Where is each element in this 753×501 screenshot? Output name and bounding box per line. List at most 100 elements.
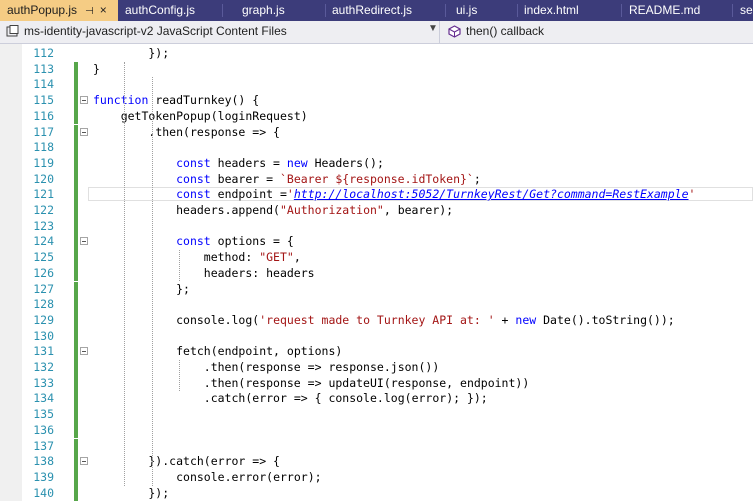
code-line[interactable]: 121 const endpoint ='http://localhost:50…: [0, 187, 753, 203]
close-icon[interactable]: ×: [100, 3, 107, 17]
pin-icon[interactable]: ⊣: [85, 6, 94, 17]
code-token: log: [383, 391, 405, 406]
code-line[interactable]: 125 method: "GET",: [0, 250, 753, 266]
code-line[interactable]: 112 });: [0, 46, 753, 62]
code-token: .: [383, 360, 391, 374]
code-line[interactable]: 115 function readTurnkey() {: [0, 93, 753, 109]
indent-guide: [179, 250, 181, 282]
code-token: error: [411, 391, 447, 406]
code-token: (: [210, 344, 218, 359]
code-line[interactable]: 119 const headers = new Headers();: [0, 155, 753, 172]
code-token: readTurnkey: [155, 93, 232, 108]
collapse-toggle-icon[interactable]: [80, 457, 88, 466]
code-line[interactable]: 127 };: [0, 281, 753, 298]
code-line[interactable]: 123: [0, 218, 753, 235]
code-line[interactable]: 126 headers: headers: [0, 265, 753, 282]
code-line[interactable]: 132 .then(response => response.json()): [0, 360, 753, 376]
tab-label: index.html: [524, 3, 579, 17]
endpoint-url-link[interactable]: http://localhost:5052/TurnkeyRest/Get?co…: [294, 187, 689, 201]
tab-label: README.md: [629, 3, 701, 17]
code-token: headers: [203, 265, 253, 280]
member-dropdown[interactable]: then() callback: [443, 21, 753, 43]
code-token: };: [93, 281, 190, 296]
tab-label: ui.js: [456, 3, 478, 17]
code-line[interactable]: 135: [0, 407, 753, 423]
tab-separator: [445, 4, 446, 17]
tab-overflow[interactable]: se: [733, 0, 753, 21]
collapse-toggle-icon[interactable]: [80, 347, 88, 356]
collapse-toggle-icon[interactable]: [80, 237, 88, 246]
collapse-toggle-icon[interactable]: [80, 127, 88, 136]
tab-authconfig-js[interactable]: authConfig.js: [118, 0, 222, 21]
line-number: 122: [33, 203, 54, 217]
tab-authpopup-js[interactable]: authPopup.js ⊣ ×: [0, 0, 118, 21]
code-line[interactable]: 140 });: [0, 485, 753, 501]
code-line[interactable]: 122 headers.append("Authorization", bear…: [0, 203, 753, 219]
code-token: response: [390, 375, 447, 390]
code-token: response: [189, 124, 246, 139]
code-token: ()): [418, 360, 440, 374]
code-line[interactable]: 133 .then(response => updateUI(response,…: [0, 375, 753, 392]
code-token: ,: [383, 203, 398, 217]
code-token: append: [231, 203, 274, 217]
project-dropdown[interactable]: ms-identity-javascript-v2 JavaScript Con…: [0, 21, 440, 43]
code-line[interactable]: 139 console.error(error);: [0, 469, 753, 486]
code-line[interactable]: 128: [0, 297, 753, 313]
tab-index-html[interactable]: index.html: [517, 0, 621, 21]
chevron-down-icon[interactable]: ▼: [428, 23, 438, 34]
code-line[interactable]: 113}: [0, 61, 753, 78]
code-line[interactable]: 131 fetch(endpoint, options): [0, 344, 753, 360]
code-text: console.log('request made to Turnkey API…: [93, 313, 675, 329]
code-token: error: [252, 391, 287, 406]
line-number: 120: [33, 171, 54, 186]
function-icon: [448, 25, 461, 38]
code-line[interactable]: 117 .then(response => {: [0, 124, 753, 141]
code-token: error: [231, 469, 267, 484]
code-line[interactable]: 116 getTokenPopup(loginRequest): [0, 108, 753, 125]
line-number: 132: [33, 360, 54, 374]
code-token: });: [93, 46, 170, 60]
code-token: console: [328, 391, 377, 406]
code-line[interactable]: 118: [0, 140, 753, 156]
code-line[interactable]: 129 console.log('request made to Turnkey…: [0, 312, 753, 329]
line-number: 121: [33, 187, 54, 202]
change-indicator-bar: [74, 77, 78, 94]
line-number: 115: [33, 93, 54, 108]
line-number: 123: [33, 218, 54, 233]
code-line[interactable]: 136: [0, 422, 753, 439]
code-token: });: [93, 485, 170, 500]
line-number: 135: [33, 407, 54, 422]
tab-readme-md[interactable]: README.md: [622, 0, 732, 21]
code-line[interactable]: 114: [0, 77, 753, 94]
code-line[interactable]: 120 const bearer = `Bearer ${response.id…: [0, 171, 753, 188]
code-token: =>: [300, 360, 329, 374]
code-line[interactable]: 130: [0, 328, 753, 345]
code-line[interactable]: 134 .catch(error => { console.log(error)…: [0, 391, 753, 408]
code-token: headers: [176, 203, 225, 217]
code-token: = {: [266, 234, 294, 249]
code-line[interactable]: 137: [0, 438, 753, 455]
collapse-toggle-icon[interactable]: [80, 96, 88, 105]
code-editor[interactable]: 112 }); 113} 114 115 function readTurnkey() …: [0, 44, 753, 501]
line-number: 112: [33, 46, 54, 60]
code-token: method: [203, 250, 246, 265]
code-token: );: [439, 203, 454, 217]
code-token: () {: [231, 93, 260, 108]
line-number: 117: [33, 124, 54, 139]
tab-graph-js[interactable]: graph.js: [235, 0, 325, 21]
line-number: 136: [33, 422, 54, 437]
keyword: function: [93, 93, 149, 108]
line-number: 124: [33, 234, 54, 249]
code-line[interactable]: 124 const options = {: [0, 234, 753, 251]
change-indicator-bar: [74, 93, 78, 109]
code-line[interactable]: 138 }).catch(error => {: [0, 454, 753, 470]
tab-authredirect-js[interactable]: authRedirect.js: [325, 0, 445, 21]
tab-ui-js[interactable]: ui.js: [449, 0, 517, 21]
change-indicator-bar: [74, 140, 78, 156]
document-tab-strip: authPopup.js ⊣ × authConfig.js graph.js au…: [0, 0, 753, 21]
